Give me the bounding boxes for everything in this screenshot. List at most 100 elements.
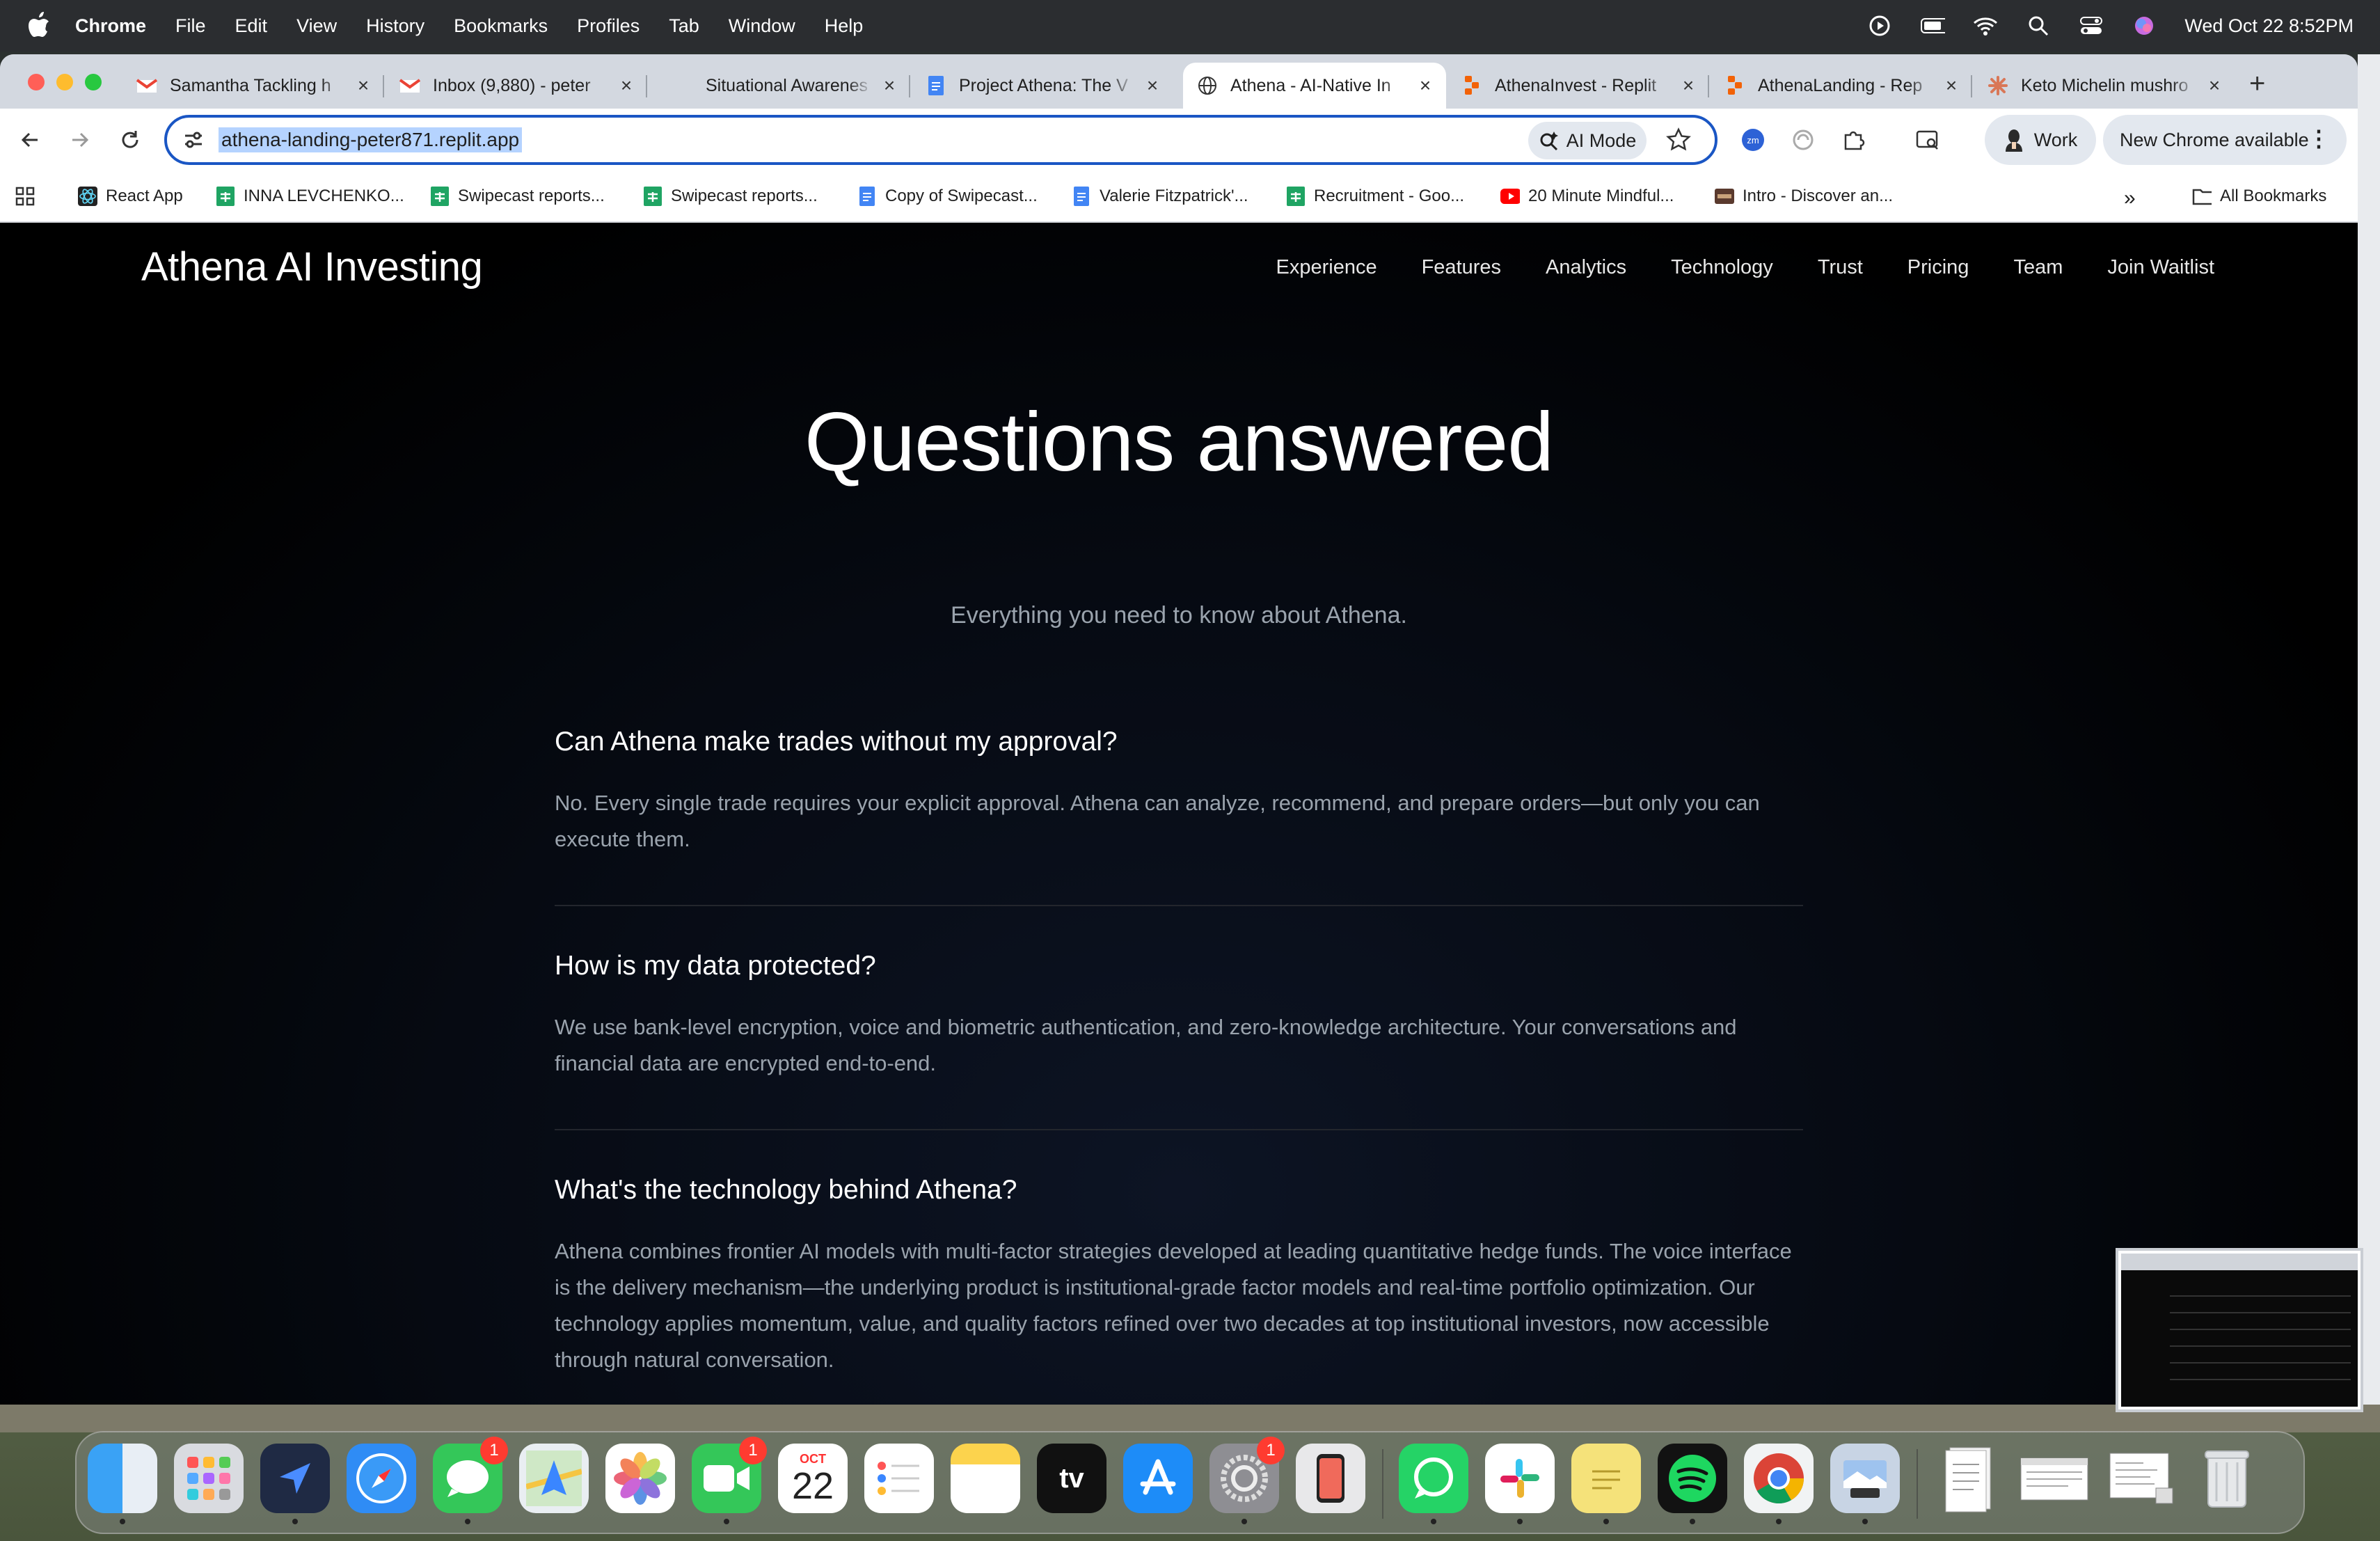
wifi-icon[interactable] [1973,13,1998,38]
reminders-icon[interactable] [864,1444,934,1513]
preview-icon[interactable] [1830,1444,1900,1524]
control-center-icon[interactable] [2079,13,2104,38]
screenshot-thumbnail-preview[interactable] [2116,1248,2363,1412]
bookmark-20-minute-mindful[interactable]: 20 Minute Mindful... [1500,187,1674,206]
close-tab-icon[interactable]: × [617,76,636,95]
bookmark-swipecast-reports-1[interactable]: Swipecast reports... [430,187,605,206]
close-tab-icon[interactable]: × [1942,76,1961,95]
reload-icon[interactable] [114,124,146,156]
more-menu-icon[interactable]: ⋮ [2308,127,2330,150]
maps-icon[interactable] [519,1444,589,1513]
address-bar[interactable]: athena-landing-peter871.replit.app AI Mo… [164,115,1717,165]
launchpad-icon[interactable] [174,1444,244,1513]
tab-project-athena[interactable]: Project Athena: The V × [912,63,1173,109]
menu-edit[interactable]: Edit [235,15,268,37]
close-tab-icon[interactable]: × [2205,76,2224,95]
app-store-icon[interactable] [1123,1444,1193,1513]
trash-icon[interactable] [2192,1444,2262,1513]
facetime-icon[interactable]: 1 [692,1437,767,1524]
notes-icon[interactable] [951,1444,1020,1513]
close-tab-icon[interactable]: × [354,76,373,95]
menu-bookmarks[interactable]: Bookmarks [454,15,548,37]
more-bookmarks-chevron-icon[interactable]: » [2124,187,2136,210]
nav-trust[interactable]: Trust [1818,256,1863,279]
bookmark-swipecast-reports-2[interactable]: Swipecast reports... [643,187,818,206]
nav-team[interactable]: Team [2013,256,2063,279]
menu-history[interactable]: History [366,15,425,37]
tab-inbox[interactable]: Inbox (9,880) - peter × [386,63,647,109]
nav-features[interactable]: Features [1422,256,1501,279]
stickies-icon[interactable] [1571,1444,1641,1524]
menu-window[interactable]: Window [729,15,795,37]
apple-tv-icon[interactable]: tv [1037,1444,1106,1513]
menu-chrome[interactable]: Chrome [75,15,146,37]
recent-window-thumbnail-1[interactable] [2020,1444,2089,1513]
zoom-extension-icon[interactable]: zm [1737,124,1769,156]
ai-mode-button[interactable]: AI Mode [1528,122,1647,159]
tab-keto-michelin[interactable]: Keto Michelin mushro × [1974,63,2235,109]
site-brand[interactable]: Athena AI Investing [141,244,483,290]
back-icon[interactable] [14,124,46,156]
profile-button[interactable]: Work [1985,115,2096,165]
menu-profiles[interactable]: Profiles [577,15,640,37]
iphone-mirroring-icon[interactable] [1296,1444,1365,1513]
close-tab-icon[interactable]: × [1679,76,1698,95]
close-tab-icon[interactable]: × [880,76,899,95]
tab-athena-active[interactable]: Athena - AI-Native In × [1183,63,1446,109]
faq-question[interactable]: What's the technology behind Athena? [555,1173,1803,1207]
spotlight-search-icon[interactable] [2026,13,2051,38]
menu-file[interactable]: File [175,15,206,37]
menu-help[interactable]: Help [825,15,864,37]
forward-icon[interactable] [64,124,96,156]
close-tab-icon[interactable]: × [1415,76,1435,95]
nav-analytics[interactable]: Analytics [1546,256,1626,279]
navigation-app-icon[interactable] [260,1444,330,1524]
nav-experience[interactable]: Experience [1276,256,1377,279]
menu-clock[interactable]: Wed Oct 22 8:52PM [2184,15,2354,37]
close-window-button[interactable] [28,74,45,90]
play-icon[interactable] [1867,13,1892,38]
calendar-icon[interactable]: OCT 22 [778,1444,848,1513]
apple-menu-icon[interactable] [26,10,54,41]
faq-question[interactable]: How is my data protected? [555,949,1803,983]
menu-view[interactable]: View [296,15,337,37]
new-chrome-available-button[interactable]: New Chrome available ⋮ [2103,115,2347,165]
bookmark-valerie-fitzpatrick[interactable]: Valerie Fitzpatrick'... [1072,187,1248,206]
downloads-stack-icon[interactable] [1933,1444,2003,1513]
zoom-window-button[interactable] [85,74,102,90]
nav-pricing[interactable]: Pricing [1907,256,1969,279]
menu-tab[interactable]: Tab [669,15,699,37]
whatsapp-icon[interactable] [1399,1444,1468,1524]
tab-samantha[interactable]: Samantha Tackling h × [122,63,384,109]
chrome-icon[interactable] [1744,1444,1814,1524]
close-tab-icon[interactable]: × [1143,76,1162,95]
safari-icon[interactable] [347,1444,416,1513]
nav-technology[interactable]: Technology [1671,256,1773,279]
tab-athenainvest-replit[interactable]: AthenaInvest - Replit × [1447,63,1709,109]
system-settings-icon[interactable]: 1 [1209,1437,1285,1524]
tab-search-icon[interactable] [1912,124,1944,156]
new-tab-button[interactable]: + [2249,70,2265,97]
slack-icon[interactable] [1485,1444,1555,1524]
tab-situational-awareness[interactable]: Situational Awarenes × [649,63,910,109]
nav-join-waitlist[interactable]: Join Waitlist [2107,256,2214,279]
bookmark-recruitment[interactable]: Recruitment - Goo... [1286,187,1464,206]
siri-icon[interactable] [2132,13,2157,38]
faq-question[interactable]: Can Athena make trades without my approv… [555,725,1803,759]
battery-icon[interactable] [1920,13,1946,38]
all-bookmarks-button[interactable]: All Bookmarks [2192,187,2326,206]
extensions-puzzle-icon[interactable] [1837,124,1869,156]
spotify-icon[interactable] [1658,1444,1727,1524]
bookmark-react-app[interactable]: React App [78,187,183,206]
bookmark-inna-levchenko[interactable]: INNA LEVCHENKO... [216,187,404,206]
bookmark-star-icon[interactable] [1666,127,1691,152]
site-info-icon[interactable] [182,129,205,151]
apps-grid-icon[interactable] [15,187,35,206]
minimize-window-button[interactable] [56,74,73,90]
messages-icon[interactable]: 1 [433,1437,508,1524]
bookmark-intro-discover[interactable]: Intro - Discover an... [1715,187,1893,206]
extension-icon[interactable] [1787,124,1819,156]
bookmark-copy-of-swipecast[interactable]: Copy of Swipecast... [857,187,1038,206]
photos-icon[interactable] [605,1444,675,1513]
tab-athenalanding-replit[interactable]: AthenaLanding - Rep × [1711,63,1972,109]
